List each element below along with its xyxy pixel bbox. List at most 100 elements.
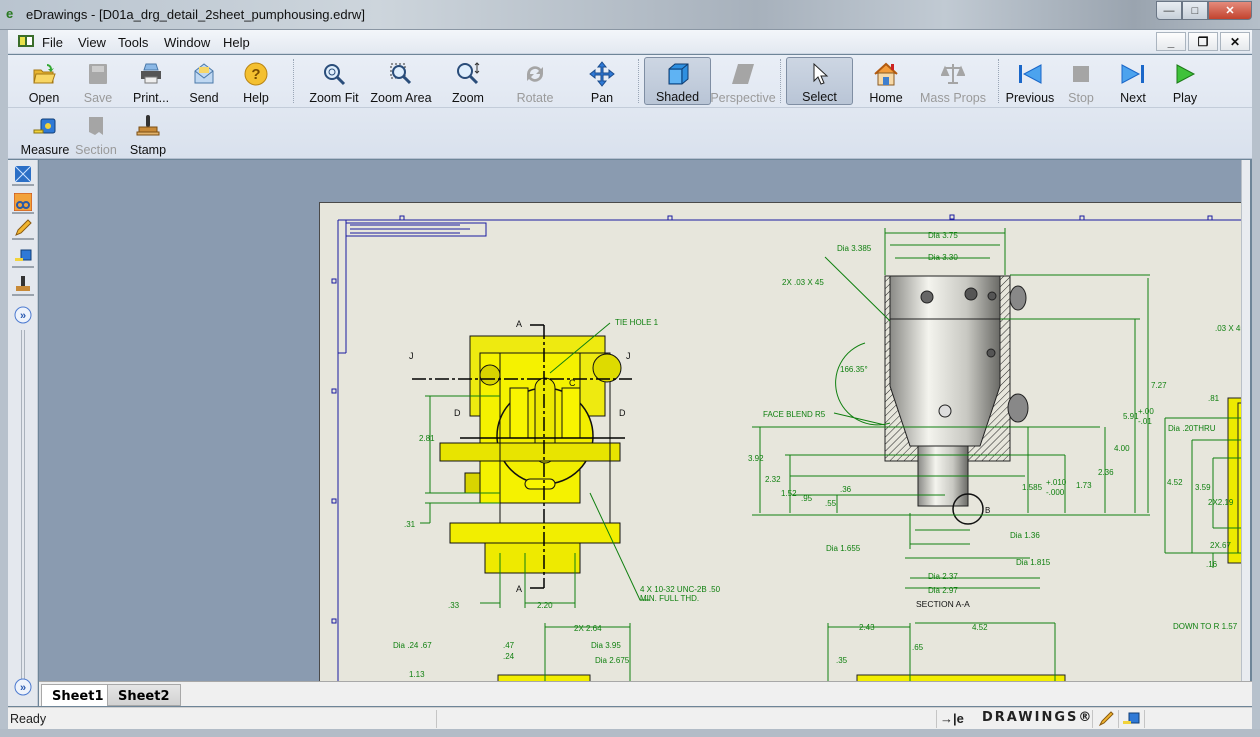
dim-0-55: .55 [825, 499, 837, 508]
callout-dia-0-20-thru: Dia .20THRU [1168, 424, 1216, 433]
section-label-a-top: A [516, 319, 522, 329]
toolbar-separator [638, 59, 639, 103]
zoom-fit-icon [321, 61, 347, 87]
dim-0-95: .95 [801, 494, 813, 503]
status-divider [436, 710, 437, 728]
section-view-title: SECTION A-A [916, 599, 970, 609]
tab-sheet2[interactable]: Sheet2 [107, 684, 181, 706]
window-maximize-button[interactable]: □ [1182, 1, 1208, 20]
rotate-button[interactable]: Rotate [512, 57, 558, 105]
edrawings-logo-icon: e [6, 6, 14, 21]
dim-2x-0-67: 2X.67 [1210, 541, 1231, 550]
menu-view[interactable]: View [78, 35, 106, 50]
play-icon [1172, 61, 1198, 87]
document-restore-button[interactable]: ❐ [1188, 32, 1218, 51]
components-icon[interactable] [12, 192, 34, 214]
scale-icon [940, 61, 966, 87]
play-button[interactable]: Play [1170, 57, 1200, 105]
previous-button[interactable]: Previous [1002, 57, 1058, 105]
menu-help[interactable]: Help [223, 35, 250, 50]
home-button[interactable]: Home [866, 57, 906, 105]
section-label-d-left: D [454, 408, 461, 418]
zoom-fit-button[interactable]: Zoom Fit [306, 57, 362, 105]
zoom-area-icon [388, 61, 414, 87]
folder-open-icon [31, 61, 57, 87]
sheet-formats-icon[interactable] [12, 164, 34, 186]
select-button[interactable]: Select [786, 57, 853, 105]
callout-face-blend: FACE BLEND R5 [763, 410, 826, 419]
zoom-button[interactable]: Zoom [448, 57, 488, 105]
envelope-icon [191, 61, 217, 87]
perspective-button[interactable]: Perspective [710, 57, 776, 105]
tab-sheet1[interactable]: Sheet1 [41, 684, 115, 706]
stop-button[interactable]: Stop [1066, 57, 1096, 105]
shaded-button[interactable]: Shaded [644, 57, 711, 105]
stamp-button[interactable]: Stamp [128, 109, 168, 157]
dim-tol-plus-010: +.010 [1046, 478, 1067, 487]
detail-label-b: B [985, 506, 990, 515]
dim-0-47: .47 [503, 641, 515, 650]
open-button[interactable]: Open [22, 57, 66, 105]
window-frame-right [1252, 30, 1260, 730]
send-button[interactable]: Send [184, 57, 224, 105]
next-button[interactable]: Next [1116, 57, 1150, 105]
skip-next-icon [1120, 61, 1146, 87]
dim-1-52: 1.52 [781, 489, 797, 498]
svg-text:»: » [20, 682, 26, 694]
window-minimize-button[interactable]: — [1156, 1, 1182, 20]
drawing-sheet[interactable]: A A J J D D C TIE HOLE 1 4 X 10-32 UNC-2… [319, 202, 1250, 681]
callout-tie-hole: TIE HOLE 1 [615, 318, 659, 327]
save-button[interactable]: Save [76, 57, 120, 105]
dim-2-20: 2.20 [537, 601, 553, 610]
section-button[interactable]: Section [74, 109, 118, 157]
markup-pencil-icon[interactable] [12, 218, 34, 240]
pan-arrows-icon [589, 61, 615, 87]
menu-window[interactable]: Window [164, 35, 210, 50]
house-icon [873, 61, 899, 87]
callout-thread-2: MIN. FULL THD. [640, 594, 699, 603]
status-divider [936, 710, 937, 728]
drawing-canvas[interactable]: A A J J D D C TIE HOLE 1 4 X 10-32 UNC-2… [39, 160, 1250, 681]
dim-1-73: 1.73 [1076, 481, 1092, 490]
dim-dia-3-75: Dia 3.75 [928, 231, 958, 240]
document-menu-icon[interactable] [18, 34, 34, 51]
mass-props-button[interactable]: Mass Props [920, 57, 986, 105]
expand-chevrons-bottom-icon[interactable]: » [12, 676, 34, 698]
dim-2-36: 2.36 [1098, 468, 1114, 477]
dim-dia-1-815: Dia 1.815 [1016, 558, 1051, 567]
measure-button[interactable]: Measure [20, 109, 70, 157]
zoom-area-button[interactable]: Zoom Area [368, 57, 434, 105]
window-title: eDrawings - [D01a_drg_detail_2sheet_pump… [26, 7, 365, 22]
dim-0-36: .36 [840, 485, 852, 494]
menu-tools[interactable]: Tools [118, 35, 148, 50]
callout-dia-0-24-0-67: Dia .24 .67 [393, 641, 432, 650]
pan-button[interactable]: Pan [584, 57, 620, 105]
vertical-scrollbar[interactable] [1241, 160, 1250, 681]
svg-text:»: » [20, 310, 26, 322]
window-close-button[interactable]: ✕ [1208, 1, 1252, 20]
callout-thread-1: 4 X 10-32 UNC-2B .50 [640, 585, 721, 594]
skip-previous-icon [1017, 61, 1043, 87]
stamp-icon[interactable] [12, 274, 34, 296]
edrawings-brand-icon: →|e [940, 711, 964, 726]
dim-3-59: 3.59 [1195, 483, 1211, 492]
panel-splitter[interactable] [21, 330, 25, 680]
document-close-button[interactable]: ✕ [1220, 32, 1250, 51]
section-icon [83, 113, 109, 139]
dim-2-32: 2.32 [765, 475, 781, 484]
dim-dia-2-37: Dia 2.37 [928, 572, 958, 581]
print-button[interactable]: Print... [128, 57, 174, 105]
dim-4-00: 4.00 [1114, 444, 1130, 453]
dim-2-43: 2.43 [859, 623, 875, 632]
help-button[interactable]: ? Help [236, 57, 276, 105]
measure-icon[interactable] [12, 246, 34, 268]
menu-file[interactable]: File [42, 35, 63, 50]
status-divider [1092, 710, 1093, 728]
dim-0-24: .24 [503, 652, 515, 661]
floppy-disk-icon [85, 61, 111, 87]
dim-tol-plus-00: +.00 [1138, 407, 1154, 416]
document-minimize-button[interactable]: _ [1156, 32, 1186, 51]
expand-chevrons-icon[interactable]: » [12, 304, 34, 326]
cube-icon [665, 62, 691, 86]
zoom-icon [455, 61, 481, 87]
